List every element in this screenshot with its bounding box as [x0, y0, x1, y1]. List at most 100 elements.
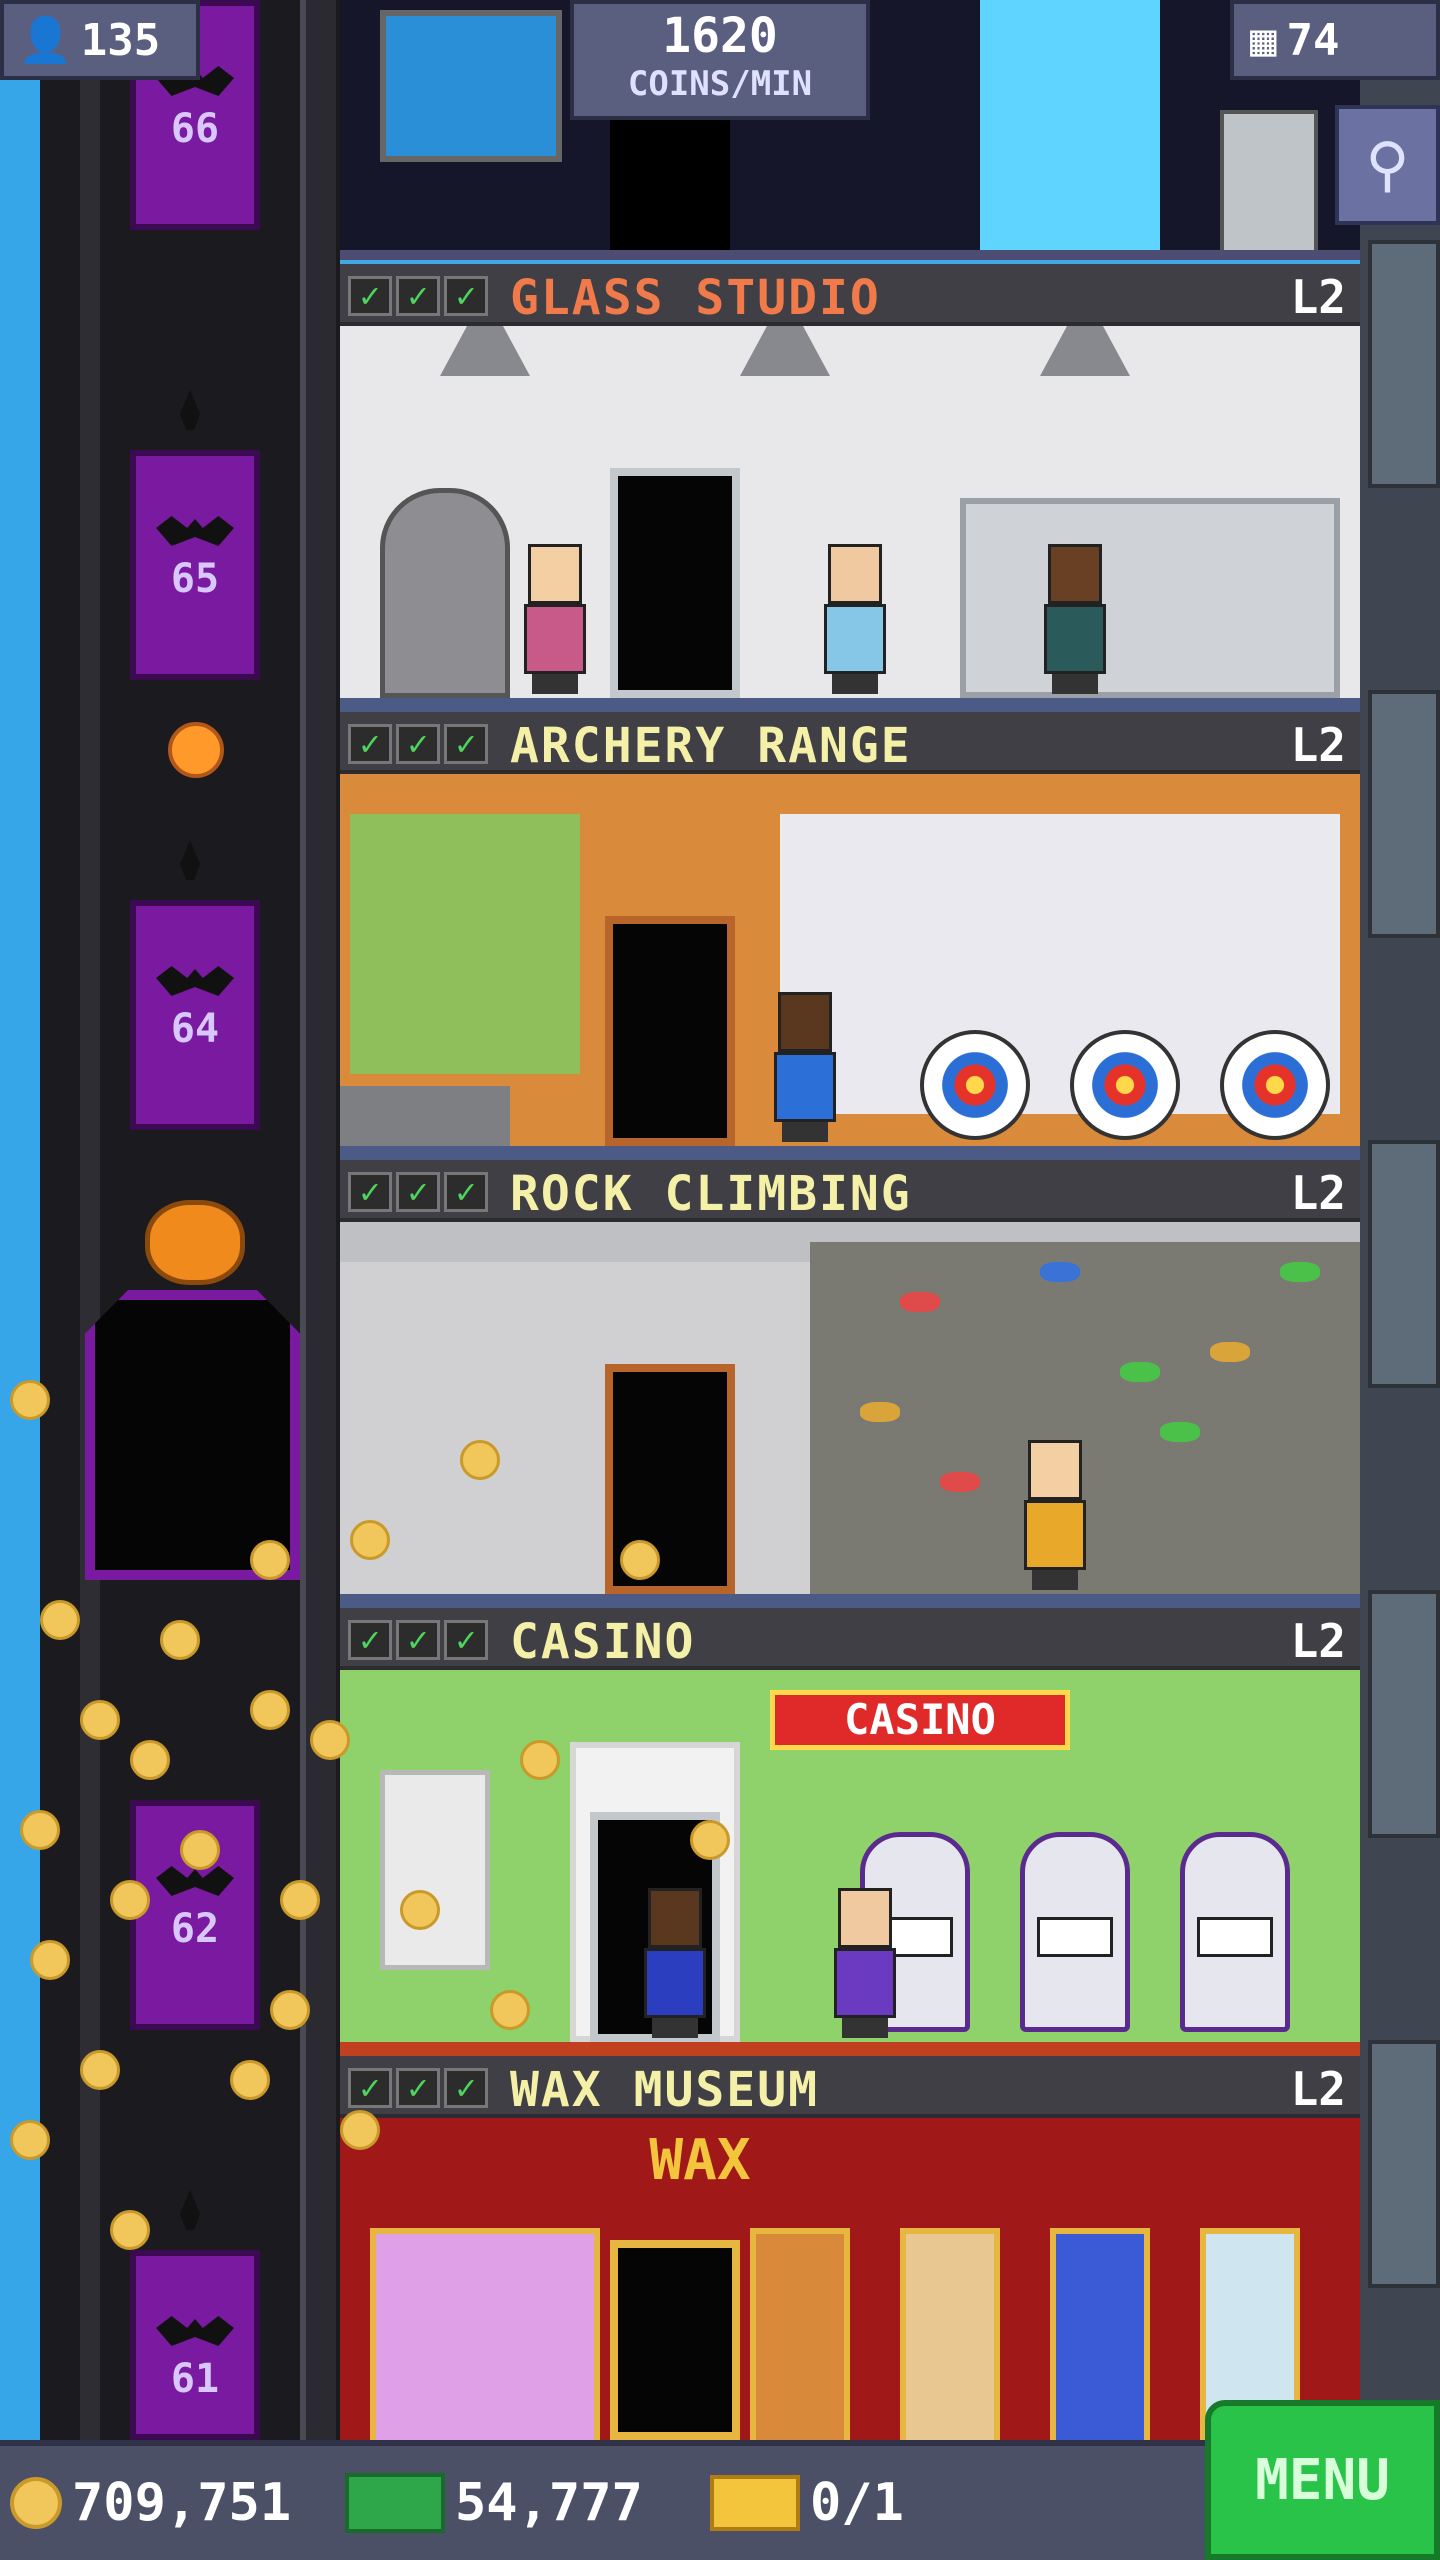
- monitor-screen: [380, 10, 562, 162]
- population-value: 135: [80, 14, 161, 66]
- floor-level: L2: [1290, 1614, 1346, 1668]
- check-icon: ✓: [348, 724, 392, 764]
- elevator-door-floor-64[interactable]: 64: [130, 900, 260, 1130]
- elevator-floor-number: 62: [170, 1906, 220, 1952]
- floor-level: L2: [1290, 1166, 1346, 1220]
- bat-decoration-icon: [156, 2316, 234, 2346]
- bux-counter[interactable]: 54,777: [345, 2468, 643, 2538]
- brick-wall: [340, 1262, 810, 1608]
- wax-exhibit: [1050, 2228, 1150, 2440]
- check-icon: ✓: [396, 1620, 440, 1660]
- coin-rate-value: 1620: [662, 8, 778, 64]
- room-floor: [340, 698, 1360, 712]
- tickets-value: 0/1: [810, 2473, 904, 2533]
- room-door: [610, 468, 740, 698]
- floor-title-bar: ✓ ✓ ✓ ARCHERY RANGE L2: [340, 712, 1360, 774]
- bat-decoration-icon: [156, 1866, 234, 1896]
- wax-exhibit: [370, 2228, 600, 2440]
- floor-archery-range[interactable]: ✓ ✓ ✓ ARCHERY RANGE L2: [340, 712, 1360, 1160]
- elevator-car[interactable]: [85, 1290, 300, 1580]
- floor-title-bar: ✓ ✓ ✓ GLASS STUDIO L2: [340, 264, 1360, 326]
- floor-room[interactable]: [340, 326, 1360, 712]
- check-icon: ✓: [396, 276, 440, 316]
- elevator-door-floor-61[interactable]: 61: [130, 2250, 260, 2440]
- floor-title-bar: ✓ ✓ ✓ ROCK CLIMBING L2: [340, 1160, 1360, 1222]
- room-floor: [340, 250, 1360, 260]
- cashier-window: [380, 1770, 490, 1970]
- floor-glass-studio[interactable]: ✓ ✓ ✓ GLASS STUDIO L2: [340, 264, 1360, 712]
- floor-title-bar: ✓ ✓ ✓ CASINO L2: [340, 1608, 1360, 1670]
- tickets-counter[interactable]: 0/1: [710, 2468, 904, 2538]
- check-icon: ✓: [396, 724, 440, 764]
- floor-counter[interactable]: ▦ 74: [1230, 0, 1440, 80]
- counter: [340, 1086, 510, 1146]
- floor-count-value: 74: [1286, 14, 1340, 66]
- bitizen[interactable]: [1040, 544, 1110, 694]
- wax-exhibit: [900, 2228, 1000, 2440]
- bat-decoration-icon: [156, 516, 234, 546]
- elevator-shaft-rail: [300, 0, 336, 2440]
- slot-machine: [1180, 1832, 1290, 2032]
- star-bonus-icon[interactable]: [168, 722, 224, 778]
- atm-machine: [1220, 110, 1318, 258]
- magnifier-icon: ⚲: [1365, 130, 1410, 200]
- floor-wax-museum[interactable]: ✓ ✓ ✓ WAX MUSEUM L2 WAX: [340, 2056, 1360, 2440]
- bitizen[interactable]: [770, 992, 840, 1142]
- check-icon: ✓: [444, 276, 488, 316]
- menu-button[interactable]: MENU: [1205, 2400, 1440, 2560]
- population-counter[interactable]: 👤 135: [0, 0, 200, 80]
- person-icon: 👤: [18, 15, 73, 66]
- archery-target-icon: [920, 1030, 1030, 1140]
- sky: [0, 0, 40, 2560]
- check-icon: ✓: [444, 1172, 488, 1212]
- floor-room[interactable]: WAX: [340, 2118, 1360, 2440]
- elevator-floor-number: 65: [170, 556, 220, 602]
- golden-ticket-icon: [710, 2475, 800, 2531]
- coin-rate-panel: 1620 COINS/MIN: [570, 0, 870, 120]
- floor-casino[interactable]: ✓ ✓ ✓ CASINO L2 CASINO: [340, 1608, 1360, 2056]
- floor-rock-climbing[interactable]: ✓ ✓ ✓ ROCK CLIMBING L2: [340, 1160, 1360, 1608]
- glass-shelves: [960, 498, 1340, 698]
- slot-machine: [1020, 1832, 1130, 2032]
- search-button[interactable]: ⚲: [1335, 105, 1440, 225]
- floor-name: CASINO: [510, 1614, 696, 1670]
- building-icon: ▦: [1250, 14, 1277, 66]
- portal-device: [980, 0, 1160, 250]
- floor-name: WAX MUSEUM: [510, 2062, 819, 2118]
- check-icon: ✓: [444, 1620, 488, 1660]
- check-icon: ✓: [348, 2068, 392, 2108]
- room-floor: [340, 1146, 1360, 1160]
- bitizen[interactable]: [640, 1888, 710, 2038]
- bitizen[interactable]: [830, 1888, 900, 2038]
- floor-room[interactable]: [340, 1222, 1360, 1608]
- elevator-door-floor-65[interactable]: 65: [130, 450, 260, 680]
- casino-sign: CASINO: [770, 1690, 1070, 1750]
- floor-level: L2: [1290, 718, 1346, 772]
- check-icon: ✓: [444, 724, 488, 764]
- floor-level: L2: [1290, 270, 1346, 324]
- coins-counter[interactable]: 709,751: [10, 2468, 291, 2538]
- elevator-floor-number: 61: [170, 2356, 220, 2402]
- coins-value: 709,751: [72, 2473, 292, 2533]
- tower-side-wall: [1360, 0, 1440, 2440]
- bitizen[interactable]: [1020, 1440, 1090, 1590]
- check-icon: ✓: [348, 1172, 392, 1212]
- bitizen[interactable]: [520, 544, 590, 694]
- tower-bux-icon: [345, 2473, 445, 2533]
- archery-target-icon: [1070, 1030, 1180, 1140]
- check-icon: ✓: [348, 1620, 392, 1660]
- wax-sign: WAX: [649, 2128, 751, 2193]
- floor-name: ROCK CLIMBING: [510, 1166, 912, 1222]
- floor-name: ARCHERY RANGE: [510, 718, 912, 774]
- bat-decoration-icon: [156, 966, 234, 996]
- bow-rack-wall: [350, 814, 580, 1074]
- floor-title-bar: ✓ ✓ ✓ WAX MUSEUM L2: [340, 2056, 1360, 2118]
- check-icon: ✓: [444, 2068, 488, 2108]
- glass-furnace: [380, 488, 510, 698]
- wax-exhibit: [750, 2228, 850, 2440]
- floor-room[interactable]: [340, 774, 1360, 1160]
- jack-o-lantern-icon: [145, 1200, 245, 1285]
- room-door: [605, 916, 735, 1146]
- bitizen[interactable]: [820, 544, 890, 694]
- room-door: [610, 2240, 740, 2440]
